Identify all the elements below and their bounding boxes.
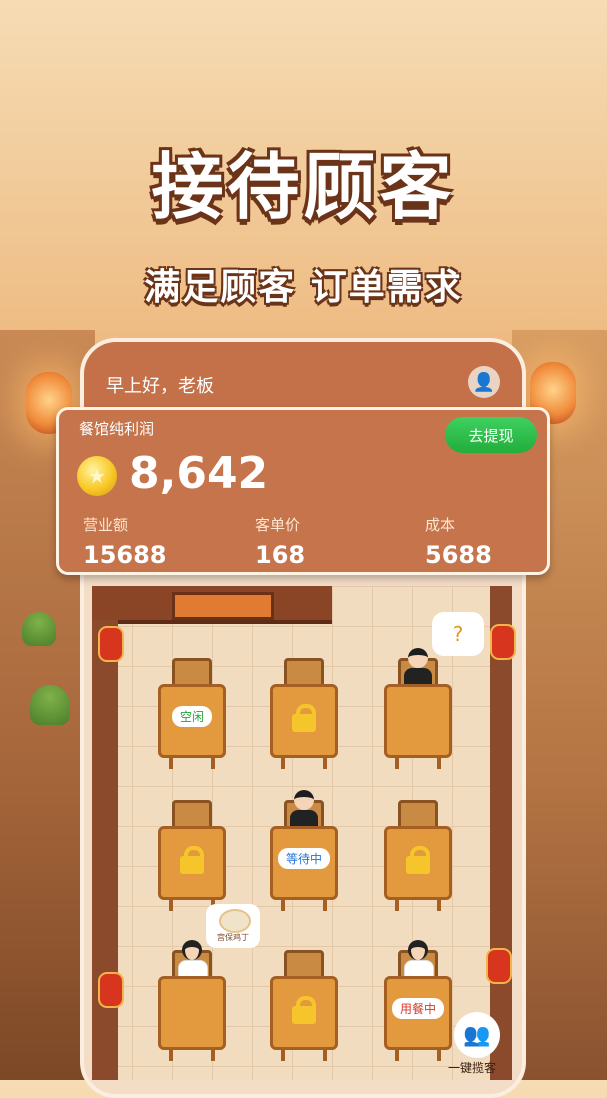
status-badge: 空闲: [171, 706, 213, 727]
table-top: [384, 684, 452, 769]
page-subtitle: 满足顾客 订单需求: [144, 267, 463, 308]
withdraw-button[interactable]: 去提现: [445, 417, 537, 453]
kitchen-counter: [92, 586, 332, 624]
profit-amount: 8,642: [129, 448, 269, 499]
lantern-decoration: [98, 626, 124, 662]
plant-decoration: [30, 685, 70, 725]
coin-icon: ★: [77, 456, 117, 496]
table-3[interactable]: [384, 648, 452, 770]
table-7[interactable]: [158, 940, 226, 1062]
lock-icon: [180, 846, 204, 874]
group-icon: 👥: [463, 1022, 491, 1048]
stat-value: 168: [255, 541, 306, 569]
left-wall: [92, 620, 118, 1080]
table-top: [158, 976, 226, 1061]
dish-name: 宫保鸡丁: [217, 933, 249, 942]
dish-order-bubble[interactable]: 宫保鸡丁: [206, 904, 260, 948]
dish-icon: [219, 909, 251, 933]
stat-value: 15688: [83, 541, 167, 569]
profit-card: 餐馆纯利润 去提现 ★ 8,642 营业额 15688 客单价 168 成本 5…: [56, 407, 550, 575]
table-5[interactable]: 等待中: [270, 790, 338, 912]
lantern-decoration: [486, 948, 512, 984]
table-1[interactable]: 空闲: [158, 658, 226, 770]
stat-revenue: 营业额 15688: [83, 514, 167, 569]
order-question-bubble[interactable]: ?: [432, 612, 484, 656]
status-badge: 用餐中: [391, 998, 445, 1019]
stat-label: 成本: [425, 516, 456, 534]
status-badge: 等待中: [277, 848, 331, 869]
invite-customers-button[interactable]: 👥: [454, 1012, 500, 1058]
table-4[interactable]: [158, 800, 226, 912]
avatar[interactable]: 👤: [468, 366, 500, 398]
table-2[interactable]: [270, 658, 338, 770]
user-icon: 👤: [472, 371, 496, 393]
lock-icon: [406, 846, 430, 874]
stat-label: 客单价: [255, 516, 301, 534]
table-9[interactable]: 用餐中: [384, 940, 452, 1062]
lock-icon: [292, 704, 316, 732]
page-title: 接待顾客: [151, 145, 456, 229]
plant-decoration: [22, 612, 56, 646]
lantern-decoration: [98, 972, 124, 1008]
invite-customers-label[interactable]: 一键揽客: [448, 1059, 496, 1076]
profit-label: 餐馆纯利润: [79, 420, 155, 438]
right-wall: [490, 586, 512, 1080]
table-8[interactable]: [270, 950, 338, 1062]
stat-avg-order: 客单价 168: [255, 514, 305, 569]
stat-label: 营业额: [83, 516, 129, 534]
lantern-decoration: [490, 624, 516, 660]
lock-icon: [292, 996, 316, 1024]
stove: [172, 592, 274, 620]
table-6[interactable]: [384, 800, 452, 912]
greeting-text: 早上好，老板: [106, 376, 214, 397]
stat-value: 5688: [425, 541, 492, 569]
stat-cost: 成本 5688: [425, 514, 492, 569]
